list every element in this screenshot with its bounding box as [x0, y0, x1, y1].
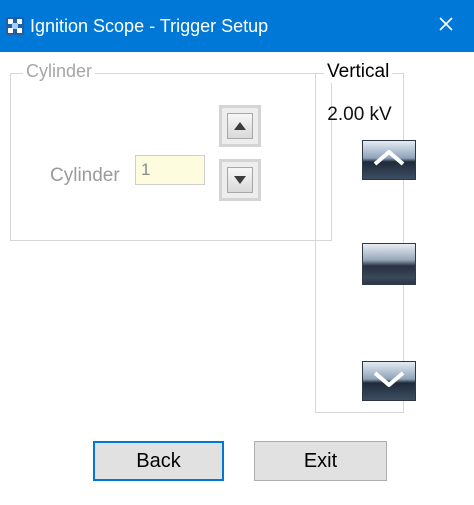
- dialog-body: Cylinder Cylinder 1 Vertical 2.00 kV Bac…: [0, 52, 474, 505]
- app-icon: [6, 17, 24, 35]
- vertical-group-legend: Vertical: [324, 61, 393, 83]
- window-title: Ignition Scope - Trigger Setup: [30, 16, 269, 36]
- cylinder-field-label: Cylinder: [50, 165, 120, 186]
- back-button[interactable]: Back: [93, 441, 224, 481]
- vertical-scroll-down-button[interactable]: [362, 361, 416, 401]
- cylinder-group-legend: Cylinder: [23, 61, 96, 82]
- vertical-scale-readout: 2.00 kV: [327, 104, 392, 125]
- close-icon: [439, 16, 453, 36]
- cylinder-decrement-button[interactable]: [219, 159, 261, 201]
- title-bar[interactable]: Ignition Scope - Trigger Setup: [0, 0, 474, 52]
- chevron-up-icon: [372, 148, 406, 173]
- triangle-up-icon: [234, 117, 246, 135]
- cylinder-input[interactable]: 1: [135, 155, 205, 185]
- cylinder-increment-button[interactable]: [219, 105, 261, 147]
- cylinder-group: Cylinder Cylinder 1: [10, 61, 332, 241]
- vertical-scroll-thumb[interactable]: [362, 243, 416, 285]
- chevron-down-icon: [372, 369, 406, 394]
- exit-button[interactable]: Exit: [254, 441, 387, 481]
- triangle-down-icon: [234, 171, 246, 189]
- close-button[interactable]: [418, 0, 474, 52]
- vertical-scroll-up-button[interactable]: [362, 140, 416, 180]
